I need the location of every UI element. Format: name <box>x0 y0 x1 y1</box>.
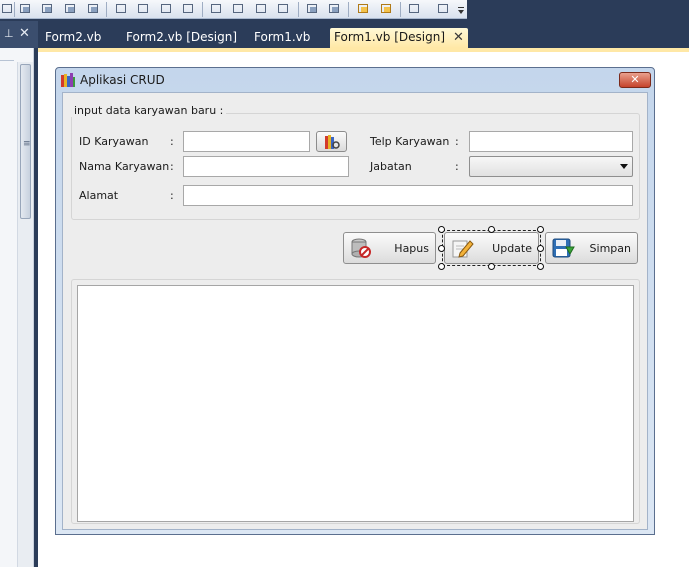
left-tool-pane: ≡ <box>0 48 34 567</box>
data-groupbox <box>71 279 640 524</box>
books-icon <box>61 73 75 87</box>
toolbar-separator <box>400 2 401 17</box>
resize-handle[interactable] <box>537 226 544 233</box>
form-title: Aplikasi CRUD <box>80 73 165 87</box>
tab-label: Form2.vb <box>45 30 102 44</box>
pane-divider <box>0 60 14 61</box>
delete-database-icon <box>351 238 371 258</box>
resize-handle[interactable] <box>488 263 495 270</box>
resize-handle[interactable] <box>537 263 544 270</box>
jabatan-label: Jabatan <box>370 160 412 173</box>
colon: : <box>455 160 459 173</box>
telp-karyawan-label: Telp Karyawan <box>370 135 450 148</box>
toolbar-overflow-icon[interactable] <box>458 4 464 16</box>
center-vertically-button[interactable] <box>327 2 342 16</box>
same-height-button[interactable] <box>136 2 151 16</box>
increase-vspacing-button[interactable] <box>231 2 246 16</box>
tab-form2-design[interactable]: Form2.vb [Design] <box>122 28 241 48</box>
form-client-area: input data karyawan baru : ID Karyawan :… <box>62 92 648 530</box>
save-disk-icon <box>552 238 575 258</box>
id-karyawan-label: ID Karyawan <box>79 135 149 148</box>
vertical-scrollbar[interactable]: ≡ <box>17 62 33 567</box>
resize-handle[interactable] <box>488 226 495 233</box>
nama-karyawan-label: Nama Karyawan <box>79 160 170 173</box>
resize-handle[interactable] <box>438 245 445 252</box>
align-bottom-button[interactable] <box>86 2 101 16</box>
tab-form2-vb[interactable]: Form2.vb <box>41 28 105 48</box>
search-button[interactable] <box>316 131 347 152</box>
toolbar-separator <box>202 2 203 17</box>
telp-karyawan-field[interactable] <box>469 131 633 152</box>
toolbar-separator <box>298 2 299 17</box>
form-window[interactable]: Aplikasi CRUD ✕ input data karyawan baru… <box>55 67 655 535</box>
ide-window: ⊥ ✕ Form2.vb Form2.vb [Design] Form1.vb … <box>0 0 689 567</box>
colon: : <box>170 160 174 173</box>
ide-toolbar <box>0 0 689 21</box>
same-size-button[interactable] <box>159 2 174 16</box>
tab-form1-design[interactable]: Form1.vb [Design] ✕ <box>330 28 468 48</box>
align-grid-button[interactable] <box>0 2 15 16</box>
resize-handle[interactable] <box>438 263 445 270</box>
same-width-button[interactable] <box>114 2 129 16</box>
scrollbar-thumb[interactable]: ≡ <box>20 64 31 219</box>
tab-label: Form1.vb <box>254 30 311 44</box>
center-horizontally-button[interactable] <box>305 2 320 16</box>
id-karyawan-field[interactable] <box>183 131 310 152</box>
chevron-down-icon <box>620 164 628 169</box>
window-close-button[interactable]: ✕ <box>619 72 651 88</box>
vertical-spacing-button[interactable] <box>209 2 224 16</box>
colon: : <box>170 135 174 148</box>
hapus-button[interactable]: Hapus <box>343 232 436 264</box>
decrease-vspacing-button[interactable] <box>254 2 269 16</box>
resize-handle[interactable] <box>537 245 544 252</box>
pin-icon[interactable]: ⊥ <box>4 27 16 41</box>
colon: : <box>170 189 174 202</box>
data-grid[interactable] <box>77 285 634 522</box>
resize-handle[interactable] <box>438 226 445 233</box>
close-icon[interactable]: ✕ <box>453 30 464 45</box>
toolbar-separator <box>348 2 349 17</box>
align-left-button[interactable] <box>18 2 33 16</box>
document-tab-bar: ⊥ ✕ Form2.vb Form2.vb [Design] Form1.vb … <box>0 21 689 48</box>
alamat-label: Alamat <box>79 189 119 202</box>
tab-label: Form2.vb [Design] <box>126 30 238 44</box>
hapus-label: Hapus <box>394 242 429 255</box>
align-right-button[interactable] <box>40 2 55 16</box>
close-icon[interactable]: ✕ <box>19 26 31 41</box>
send-to-back-button[interactable] <box>379 2 394 16</box>
selection-border <box>442 230 541 266</box>
bring-to-front-button[interactable] <box>356 2 371 16</box>
lock-controls-button[interactable] <box>436 2 451 16</box>
tab-form1-vb[interactable]: Form1.vb <box>250 28 314 48</box>
grip-icon: ≡ <box>23 139 31 149</box>
books-search-icon <box>325 135 340 149</box>
layout-toolbar <box>0 0 467 19</box>
tab-label: Form1.vb [Design] <box>334 30 446 44</box>
tab-order-button[interactable] <box>407 2 422 16</box>
left-pane-header: ⊥ ✕ <box>0 21 38 48</box>
groupbox-title: input data karyawan baru : <box>71 104 227 117</box>
simpan-label: Simpan <box>589 242 631 255</box>
horizontal-spacing-button[interactable] <box>181 2 196 16</box>
align-top-button[interactable] <box>63 2 78 16</box>
toolbar-separator <box>106 2 107 17</box>
jabatan-select[interactable] <box>469 156 633 177</box>
colon: : <box>455 135 459 148</box>
alamat-field[interactable] <box>183 185 633 206</box>
simpan-button[interactable]: Simpan <box>545 232 638 264</box>
toolbar-separator <box>14 2 15 17</box>
nama-karyawan-field[interactable] <box>183 156 349 177</box>
remove-vspacing-button[interactable] <box>276 2 291 16</box>
form-titlebar: Aplikasi CRUD ✕ <box>56 68 654 92</box>
